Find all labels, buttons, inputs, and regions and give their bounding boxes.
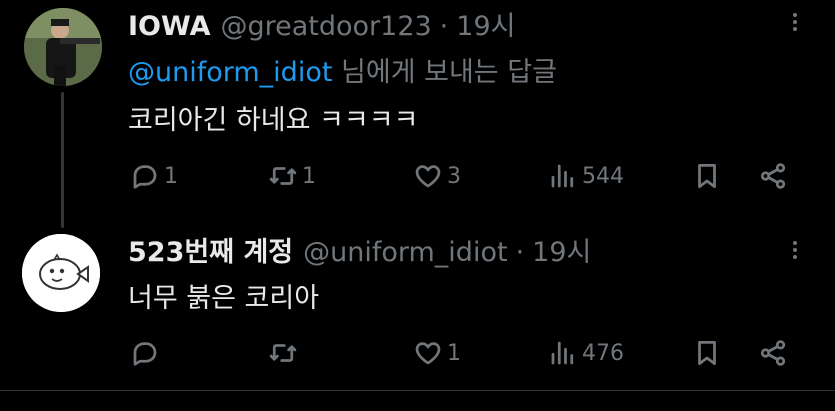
- like-button[interactable]: 3: [413, 156, 461, 196]
- bookmark-button[interactable]: [692, 156, 722, 196]
- reply-button[interactable]: [130, 333, 164, 373]
- tweet-divider: [0, 390, 835, 391]
- tweet[interactable]: IOWA @greatdoor123 · 19시 @uniform_idiot …: [0, 0, 835, 228]
- user-handle[interactable]: @uniform_idiot: [303, 237, 507, 268]
- timestamp[interactable]: 19시: [456, 4, 515, 43]
- share-icon: [760, 340, 786, 366]
- tweet-header: 523번째 계정 @uniform_idiot · 19시: [128, 230, 591, 269]
- tweet-text: 너무 붉은 코리아: [128, 283, 320, 314]
- tweet-actions: 1 476: [128, 333, 808, 373]
- retweet-icon: [269, 167, 297, 185]
- more-icon[interactable]: [786, 10, 804, 38]
- reply-count: 1: [164, 163, 178, 189]
- tweet-header: IOWA @greatdoor123 · 19시: [128, 4, 515, 43]
- views-icon: [551, 341, 574, 365]
- retweet-button[interactable]: [268, 333, 302, 373]
- bookmark-icon: [698, 341, 716, 365]
- share-button[interactable]: [758, 156, 788, 196]
- share-button[interactable]: [758, 333, 788, 373]
- tweet-actions: 1 1 3 544: [128, 156, 808, 196]
- retweet-icon: [269, 344, 297, 362]
- separator: ·: [439, 11, 449, 42]
- reply-button[interactable]: 1: [130, 156, 178, 196]
- view-count: 544: [582, 163, 624, 189]
- avatar[interactable]: [24, 8, 102, 86]
- view-count: 476: [582, 340, 624, 366]
- bookmark-button[interactable]: [692, 333, 722, 373]
- timestamp[interactable]: 19시: [532, 230, 591, 269]
- reply-icon: [133, 342, 157, 366]
- tweet-text: 코리아긴 하네요 ㅋㅋㅋㅋ: [128, 105, 419, 136]
- reply-context-label: 님에게 보내는 답글: [332, 57, 557, 88]
- retweet-count: 1: [302, 163, 316, 189]
- display-name[interactable]: IOWA: [128, 11, 210, 42]
- share-icon: [760, 163, 786, 189]
- views-icon: [551, 164, 574, 188]
- separator: ·: [515, 237, 525, 268]
- like-icon: [415, 342, 441, 365]
- views-button[interactable]: 544: [548, 156, 624, 196]
- like-count: 3: [447, 163, 461, 189]
- more-icon[interactable]: [786, 238, 804, 266]
- like-count: 1: [447, 340, 461, 366]
- user-handle[interactable]: @greatdoor123: [220, 11, 431, 42]
- reply-context: @uniform_idiot 님에게 보내는 답글: [128, 50, 557, 89]
- avatar[interactable]: [22, 234, 100, 312]
- retweet-button[interactable]: 1: [268, 156, 316, 196]
- views-button[interactable]: 476: [548, 333, 624, 373]
- like-button[interactable]: 1: [413, 333, 461, 373]
- bookmark-icon: [698, 164, 716, 188]
- reply-icon: [133, 165, 157, 189]
- display-name[interactable]: 523번째 계정: [128, 230, 293, 269]
- like-icon: [415, 165, 441, 188]
- thread-line: [61, 92, 64, 228]
- reply-mention-link[interactable]: @uniform_idiot: [128, 57, 332, 88]
